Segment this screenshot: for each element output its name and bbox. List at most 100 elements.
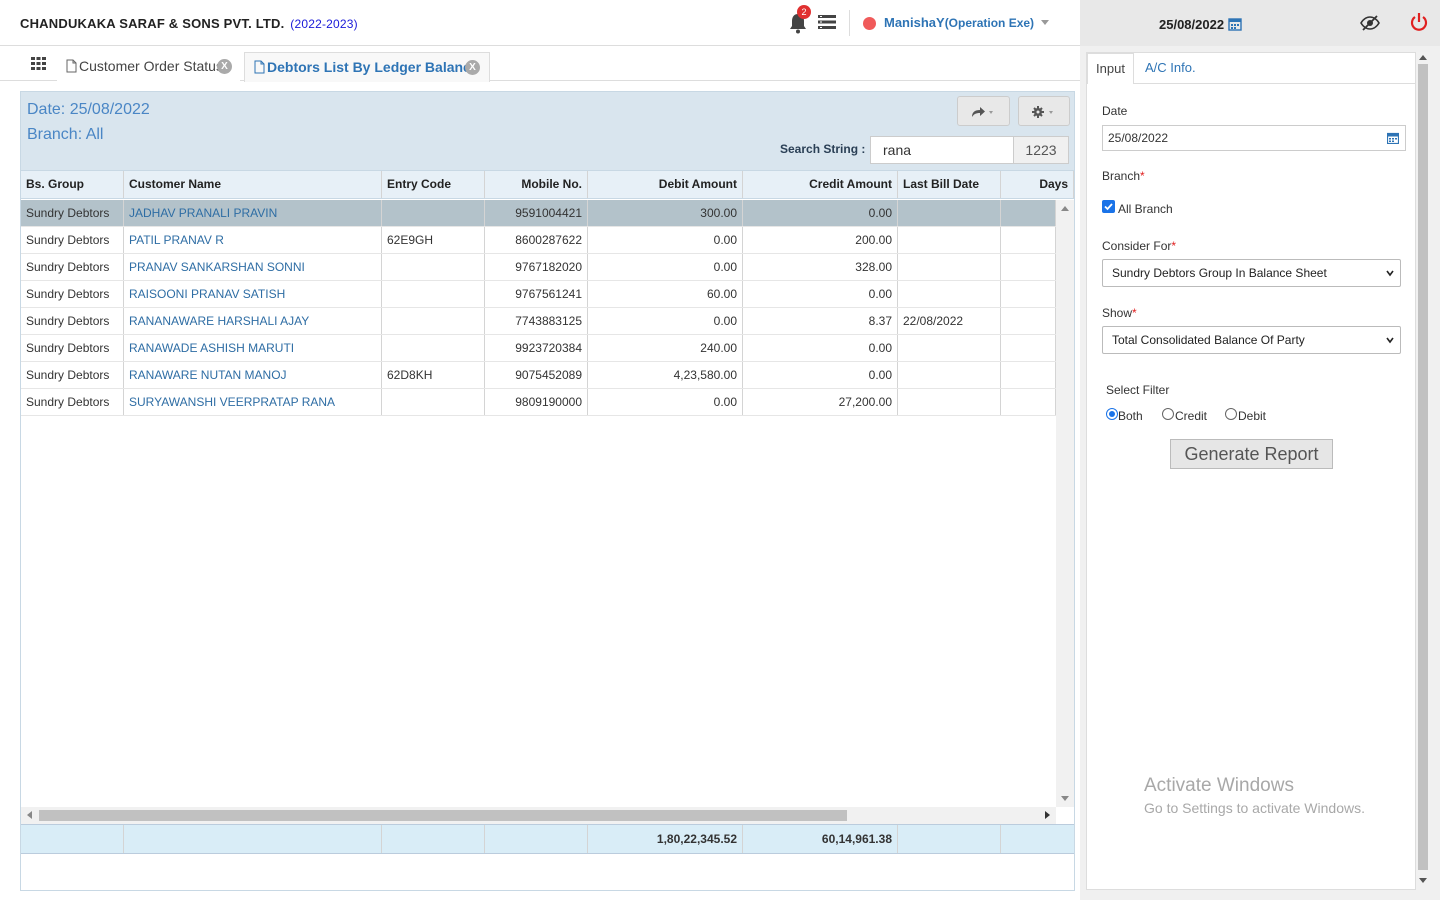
generate-report-button[interactable]: Generate Report (1170, 439, 1333, 469)
scroll-thumb[interactable] (1418, 64, 1428, 870)
scroll-down-arrow-icon[interactable] (1419, 878, 1427, 883)
tab-debtors-list[interactable]: Debtors List By Ledger Balance X (244, 52, 490, 82)
cell-name[interactable]: PRANAV SANKARSHAN SONNI (124, 254, 382, 280)
horizontal-scrollbar[interactable] (21, 807, 1056, 824)
filter-debit-radio[interactable] (1225, 408, 1237, 420)
filter-credit-radio[interactable] (1162, 408, 1174, 420)
chevron-down-icon (1386, 270, 1394, 277)
tab-ac-info[interactable]: A/C Info. (1145, 53, 1196, 84)
cell-last-bill: 22/08/2022 (898, 308, 1001, 334)
table-row[interactable]: Sundry Debtors RANAWADE ASHISH MARUTI 99… (21, 335, 1056, 362)
scroll-thumb[interactable] (39, 810, 847, 821)
total-empty (21, 825, 124, 853)
total-empty (124, 825, 382, 853)
watermark-subtitle: Go to Settings to activate Windows. (1144, 800, 1365, 816)
checkmark-icon (1104, 203, 1113, 211)
report-panel: Date: 25/08/2022 Branch: All Search Stri… (20, 91, 1075, 891)
hide-eye-icon[interactable] (1360, 14, 1380, 32)
list-menu-icon[interactable] (817, 14, 837, 30)
cell-name[interactable]: RANAWARE NUTAN MANOJ (124, 362, 382, 388)
table-row[interactable]: Sundry Debtors RANAWARE NUTAN MANOJ 62D8… (21, 362, 1056, 389)
show-select[interactable]: Total Consolidated Balance Of Party (1102, 326, 1401, 354)
chevron-down-icon[interactable] (1041, 20, 1049, 25)
cell-name[interactable]: RANANAWARE HARSHALI AJAY (124, 308, 382, 334)
apps-grid-icon[interactable] (31, 57, 46, 70)
user-menu[interactable]: ManishaY(Operation Exe) (884, 15, 1034, 30)
table-row[interactable]: Sundry Debtors SURYAWANSHI VEERPRATAP RA… (21, 389, 1056, 416)
cell-group: Sundry Debtors (21, 254, 124, 280)
date-value: 25/08/2022 (1108, 131, 1169, 145)
share-button[interactable] (957, 96, 1010, 126)
col-entry-code[interactable]: Entry Code (382, 171, 485, 198)
total-debit: 1,80,22,345.52 (588, 825, 743, 853)
cell-mobile: 9809190000 (485, 389, 588, 415)
cell-group: Sundry Debtors (21, 362, 124, 388)
cell-name[interactable]: SURYAWANSHI VEERPRATAP RANA (124, 389, 382, 415)
settings-button[interactable] (1018, 96, 1070, 126)
document-icon (66, 59, 77, 73)
filter-panel: Input A/C Info. Date 25/08/2022 Branch* … (1080, 46, 1440, 900)
table-row[interactable]: Sundry Debtors RANANAWARE HARSHALI AJAY … (21, 308, 1056, 335)
scroll-up-arrow-icon[interactable] (1419, 55, 1427, 60)
all-branch-checkbox[interactable] (1102, 200, 1115, 213)
vertical-scrollbar[interactable] (1056, 200, 1074, 807)
gear-icon (1032, 106, 1053, 118)
panel-scrollbar[interactable] (1416, 52, 1430, 890)
cell-group: Sundry Debtors (21, 200, 124, 226)
col-mobile[interactable]: Mobile No. (485, 171, 588, 198)
filter-both-radio[interactable] (1106, 408, 1118, 420)
cell-name[interactable]: RAISOONI PRANAV SATISH (124, 281, 382, 307)
search-input[interactable]: rana (870, 136, 1014, 164)
table-row[interactable]: Sundry Debtors PATIL PRANAV R 62E9GH 860… (21, 227, 1056, 254)
required-mark: * (1171, 239, 1177, 253)
cell-code (382, 335, 485, 361)
col-bs-group[interactable]: Bs. Group (21, 171, 124, 198)
consider-for-select[interactable]: Sundry Debtors Group In Balance Sheet (1102, 259, 1401, 287)
date-input[interactable]: 25/08/2022 (1102, 125, 1406, 151)
cell-last-bill (898, 227, 1001, 253)
show-label: Show* (1102, 306, 1137, 320)
table-row[interactable]: Sundry Debtors PRANAV SANKARSHAN SONNI 9… (21, 254, 1056, 281)
cell-debit: 4,23,580.00 (588, 362, 743, 388)
cell-debit: 0.00 (588, 227, 743, 253)
cell-name[interactable]: PATIL PRANAV R (124, 227, 382, 253)
cell-code: 62E9GH (382, 227, 485, 253)
calendar-icon[interactable] (1228, 17, 1242, 31)
col-credit[interactable]: Credit Amount (743, 171, 898, 198)
scroll-up-arrow-icon[interactable] (1061, 206, 1069, 211)
cell-debit: 240.00 (588, 335, 743, 361)
col-debit[interactable]: Debit Amount (588, 171, 743, 198)
search-label: Search String : (780, 142, 866, 156)
power-icon[interactable] (1410, 12, 1428, 32)
scroll-down-arrow-icon[interactable] (1061, 796, 1069, 801)
cell-group: Sundry Debtors (21, 281, 124, 307)
filter-label: Select Filter (1106, 383, 1170, 397)
filter-form: Input A/C Info. Date 25/08/2022 Branch* … (1086, 52, 1417, 890)
tab-label: Debtors List By Ledger Balance (267, 59, 479, 75)
filter-credit-label: Credit (1175, 409, 1208, 423)
consider-label: Consider For* (1102, 239, 1176, 253)
col-last-bill-date[interactable]: Last Bill Date (898, 171, 1001, 198)
calendar-icon[interactable] (1387, 132, 1399, 144)
cell-debit: 300.00 (588, 200, 743, 226)
required-mark: * (1140, 169, 1145, 183)
financial-year: (2022-2023) (290, 17, 358, 31)
cell-group: Sundry Debtors (21, 389, 124, 415)
table-row[interactable]: Sundry Debtors JADHAV PRANALI PRAVIN 959… (21, 200, 1056, 227)
close-icon[interactable]: X (465, 60, 480, 75)
cell-name[interactable]: JADHAV PRANALI PRAVIN (124, 200, 382, 226)
branch-label: Branch* (1102, 169, 1145, 183)
col-days[interactable]: Days (1001, 171, 1074, 198)
col-customer-name[interactable]: Customer Name (124, 171, 382, 198)
tab-customer-order-status[interactable]: Customer Order Status X (57, 52, 240, 82)
cell-last-bill (898, 362, 1001, 388)
close-icon[interactable]: X (217, 59, 232, 74)
company-title: CHANDUKAKA SARAF & SONS PVT. LTD. (20, 16, 285, 31)
tab-input[interactable]: Input (1087, 53, 1134, 84)
scroll-left-arrow-icon[interactable] (27, 811, 32, 819)
cell-code (382, 200, 485, 226)
cell-name[interactable]: RANAWADE ASHISH MARUTI (124, 335, 382, 361)
table-row[interactable]: Sundry Debtors RAISOONI PRANAV SATISH 97… (21, 281, 1056, 308)
scroll-right-arrow-icon[interactable] (1045, 811, 1050, 819)
current-date: 25/08/2022 (1159, 17, 1225, 32)
